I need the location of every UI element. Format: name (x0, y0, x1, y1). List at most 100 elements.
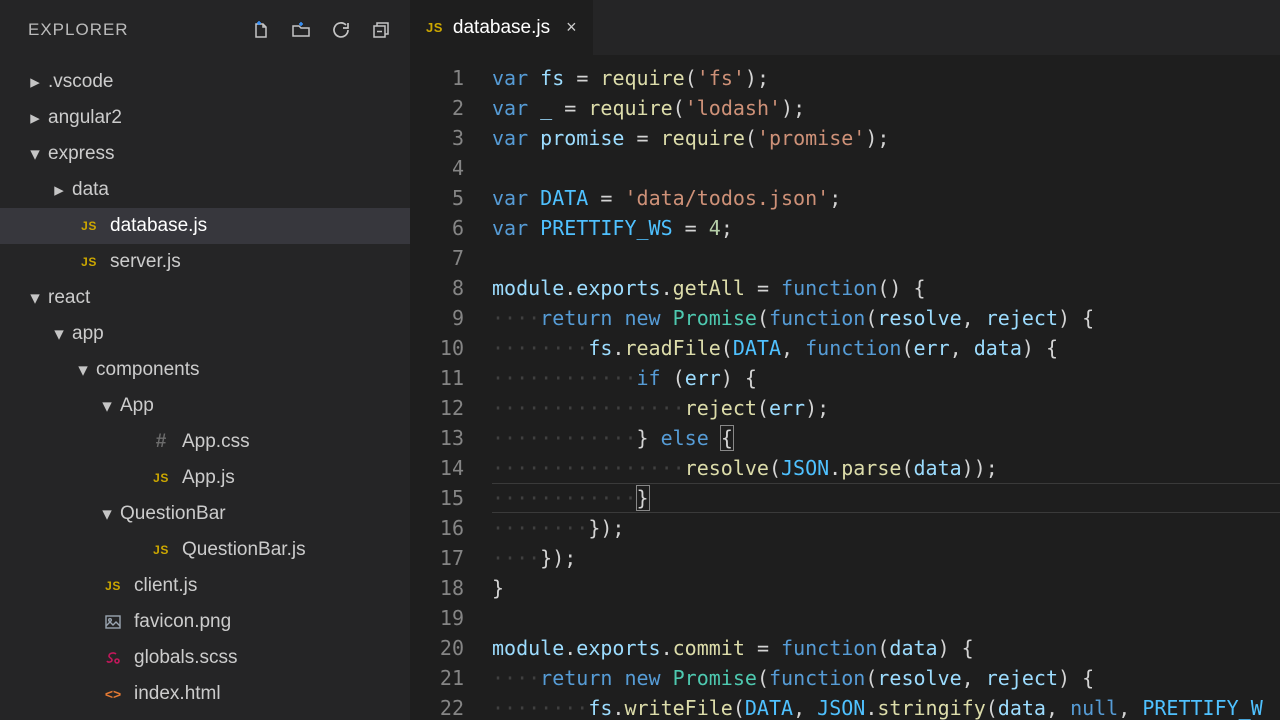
chevron-down-icon[interactable]: ▾ (52, 323, 66, 346)
explorer-title: EXPLORER (28, 20, 129, 40)
code-line: ····return new Promise(function(resolve,… (492, 663, 1280, 693)
tree-item-label: angular2 (48, 107, 122, 129)
file-favicon-png[interactable]: favicon.png (0, 604, 410, 640)
line-number: 16 (410, 513, 464, 543)
chevron-down-icon[interactable]: ▾ (28, 287, 42, 310)
line-number: 9 (410, 303, 464, 333)
image-icon (104, 613, 122, 631)
code-line: } (492, 573, 1280, 603)
tree-item-label: data (72, 179, 109, 201)
file-server-js[interactable]: JS server.js (0, 244, 410, 280)
explorer-sidebar: EXPLORER ▸ .vscode ▸ angular2 ▾ express ▸ data J… (0, 0, 410, 720)
close-icon[interactable]: × (566, 17, 577, 38)
line-number: 5 (410, 183, 464, 213)
folder-app[interactable]: ▾ app (0, 316, 410, 352)
js-icon: JS (153, 543, 169, 557)
code-line: ····return new Promise(function(resolve,… (492, 303, 1280, 333)
folder-react[interactable]: ▾ react (0, 280, 410, 316)
line-number: 3 (410, 123, 464, 153)
tree-item-label: client.js (134, 575, 197, 597)
tree-item-label: App.css (182, 431, 250, 453)
code-line: ········fs.writeFile(DATA, JSON.stringif… (492, 693, 1280, 720)
folder-app[interactable]: ▾ App (0, 388, 410, 424)
code-line: ············} (492, 483, 1280, 513)
explorer-header: EXPLORER (0, 0, 410, 60)
tab-bar: JS database.js × (410, 0, 1280, 55)
code-line: module.exports.commit = function(data) { (492, 633, 1280, 663)
code-area[interactable]: 12345678910111213141516171819202122 var … (410, 55, 1280, 720)
line-number: 4 (410, 153, 464, 183)
code-line: ········}); (492, 513, 1280, 543)
refresh-icon[interactable] (330, 19, 352, 41)
file-database-js[interactable]: JS database.js (0, 208, 410, 244)
file-index-html[interactable]: <>index.html (0, 676, 410, 712)
line-number: 18 (410, 573, 464, 603)
tree-item-label: react (48, 287, 90, 309)
tree-item-label: App (120, 395, 154, 417)
folder-angular2[interactable]: ▸ angular2 (0, 100, 410, 136)
line-number: 21 (410, 663, 464, 693)
code-line: module.exports.getAll = function() { (492, 273, 1280, 303)
code-line: ················reject(err); (492, 393, 1280, 423)
code-line: var fs = require('fs'); (492, 63, 1280, 93)
js-icon: JS (426, 20, 443, 35)
line-number: 19 (410, 603, 464, 633)
html-icon: <> (105, 686, 121, 702)
chevron-right-icon[interactable]: ▸ (28, 107, 42, 130)
line-number: 11 (410, 363, 464, 393)
line-number: 13 (410, 423, 464, 453)
folder-components[interactable]: ▾ components (0, 352, 410, 388)
js-icon: JS (81, 255, 97, 269)
tree-item-label: components (96, 359, 200, 381)
code-line: ················resolve(JSON.parse(data)… (492, 453, 1280, 483)
collapse-all-icon[interactable] (370, 19, 392, 41)
folder-data[interactable]: ▸ data (0, 172, 410, 208)
file-globals-scss[interactable]: globals.scss (0, 640, 410, 676)
line-number: 22 (410, 693, 464, 720)
js-icon: JS (153, 471, 169, 485)
code-line: var _ = require('lodash'); (492, 93, 1280, 123)
js-icon: JS (105, 579, 121, 593)
line-number: 20 (410, 633, 464, 663)
code-line: ············} else { (492, 423, 1280, 453)
code-line: var promise = require('promise'); (492, 123, 1280, 153)
chevron-down-icon[interactable]: ▾ (76, 359, 90, 382)
file-app-css[interactable]: # App.css (0, 424, 410, 460)
line-number: 17 (410, 543, 464, 573)
tab-database-js[interactable]: JS database.js × (410, 0, 593, 55)
line-number: 15 (410, 483, 464, 513)
tree-item-label: globals.scss (134, 647, 238, 669)
chevron-down-icon[interactable]: ▾ (100, 503, 114, 526)
line-gutter: 12345678910111213141516171819202122 (410, 63, 492, 720)
js-icon: JS (81, 219, 97, 233)
tree-item-label: .vscode (48, 71, 113, 93)
tree-item-label: database.js (110, 215, 207, 237)
scss-icon (104, 649, 122, 667)
chevron-down-icon[interactable]: ▾ (28, 143, 42, 166)
code-line: ············if (err) { (492, 363, 1280, 393)
editor-pane: JS database.js × 12345678910111213141516… (410, 0, 1280, 720)
tree-item-label: favicon.png (134, 611, 231, 633)
tree-item-label: app (72, 323, 104, 345)
file-client-js[interactable]: JS client.js (0, 568, 410, 604)
tab-label: database.js (453, 17, 550, 39)
code-line: var PRETTIFY_WS = 4; (492, 213, 1280, 243)
tree-item-label: express (48, 143, 115, 165)
new-file-icon[interactable] (250, 19, 272, 41)
tree-item-label: QuestionBar (120, 503, 226, 525)
file-app-js[interactable]: JSApp.js (0, 460, 410, 496)
file-questionbar-js[interactable]: JS QuestionBar.js (0, 532, 410, 568)
new-folder-icon[interactable] (290, 19, 312, 41)
folder-questionbar[interactable]: ▾ QuestionBar (0, 496, 410, 532)
tree-item-label: server.js (110, 251, 181, 273)
code-content[interactable]: var fs = require('fs');var _ = require('… (492, 63, 1280, 720)
chevron-right-icon[interactable]: ▸ (52, 179, 66, 202)
folder--vscode[interactable]: ▸ .vscode (0, 64, 410, 100)
line-number: 12 (410, 393, 464, 423)
chevron-right-icon[interactable]: ▸ (28, 71, 42, 94)
folder-express[interactable]: ▾ express (0, 136, 410, 172)
line-number: 7 (410, 243, 464, 273)
tree-item-label: QuestionBar.js (182, 539, 306, 561)
chevron-down-icon[interactable]: ▾ (100, 395, 114, 418)
hash-icon: # (156, 431, 167, 453)
